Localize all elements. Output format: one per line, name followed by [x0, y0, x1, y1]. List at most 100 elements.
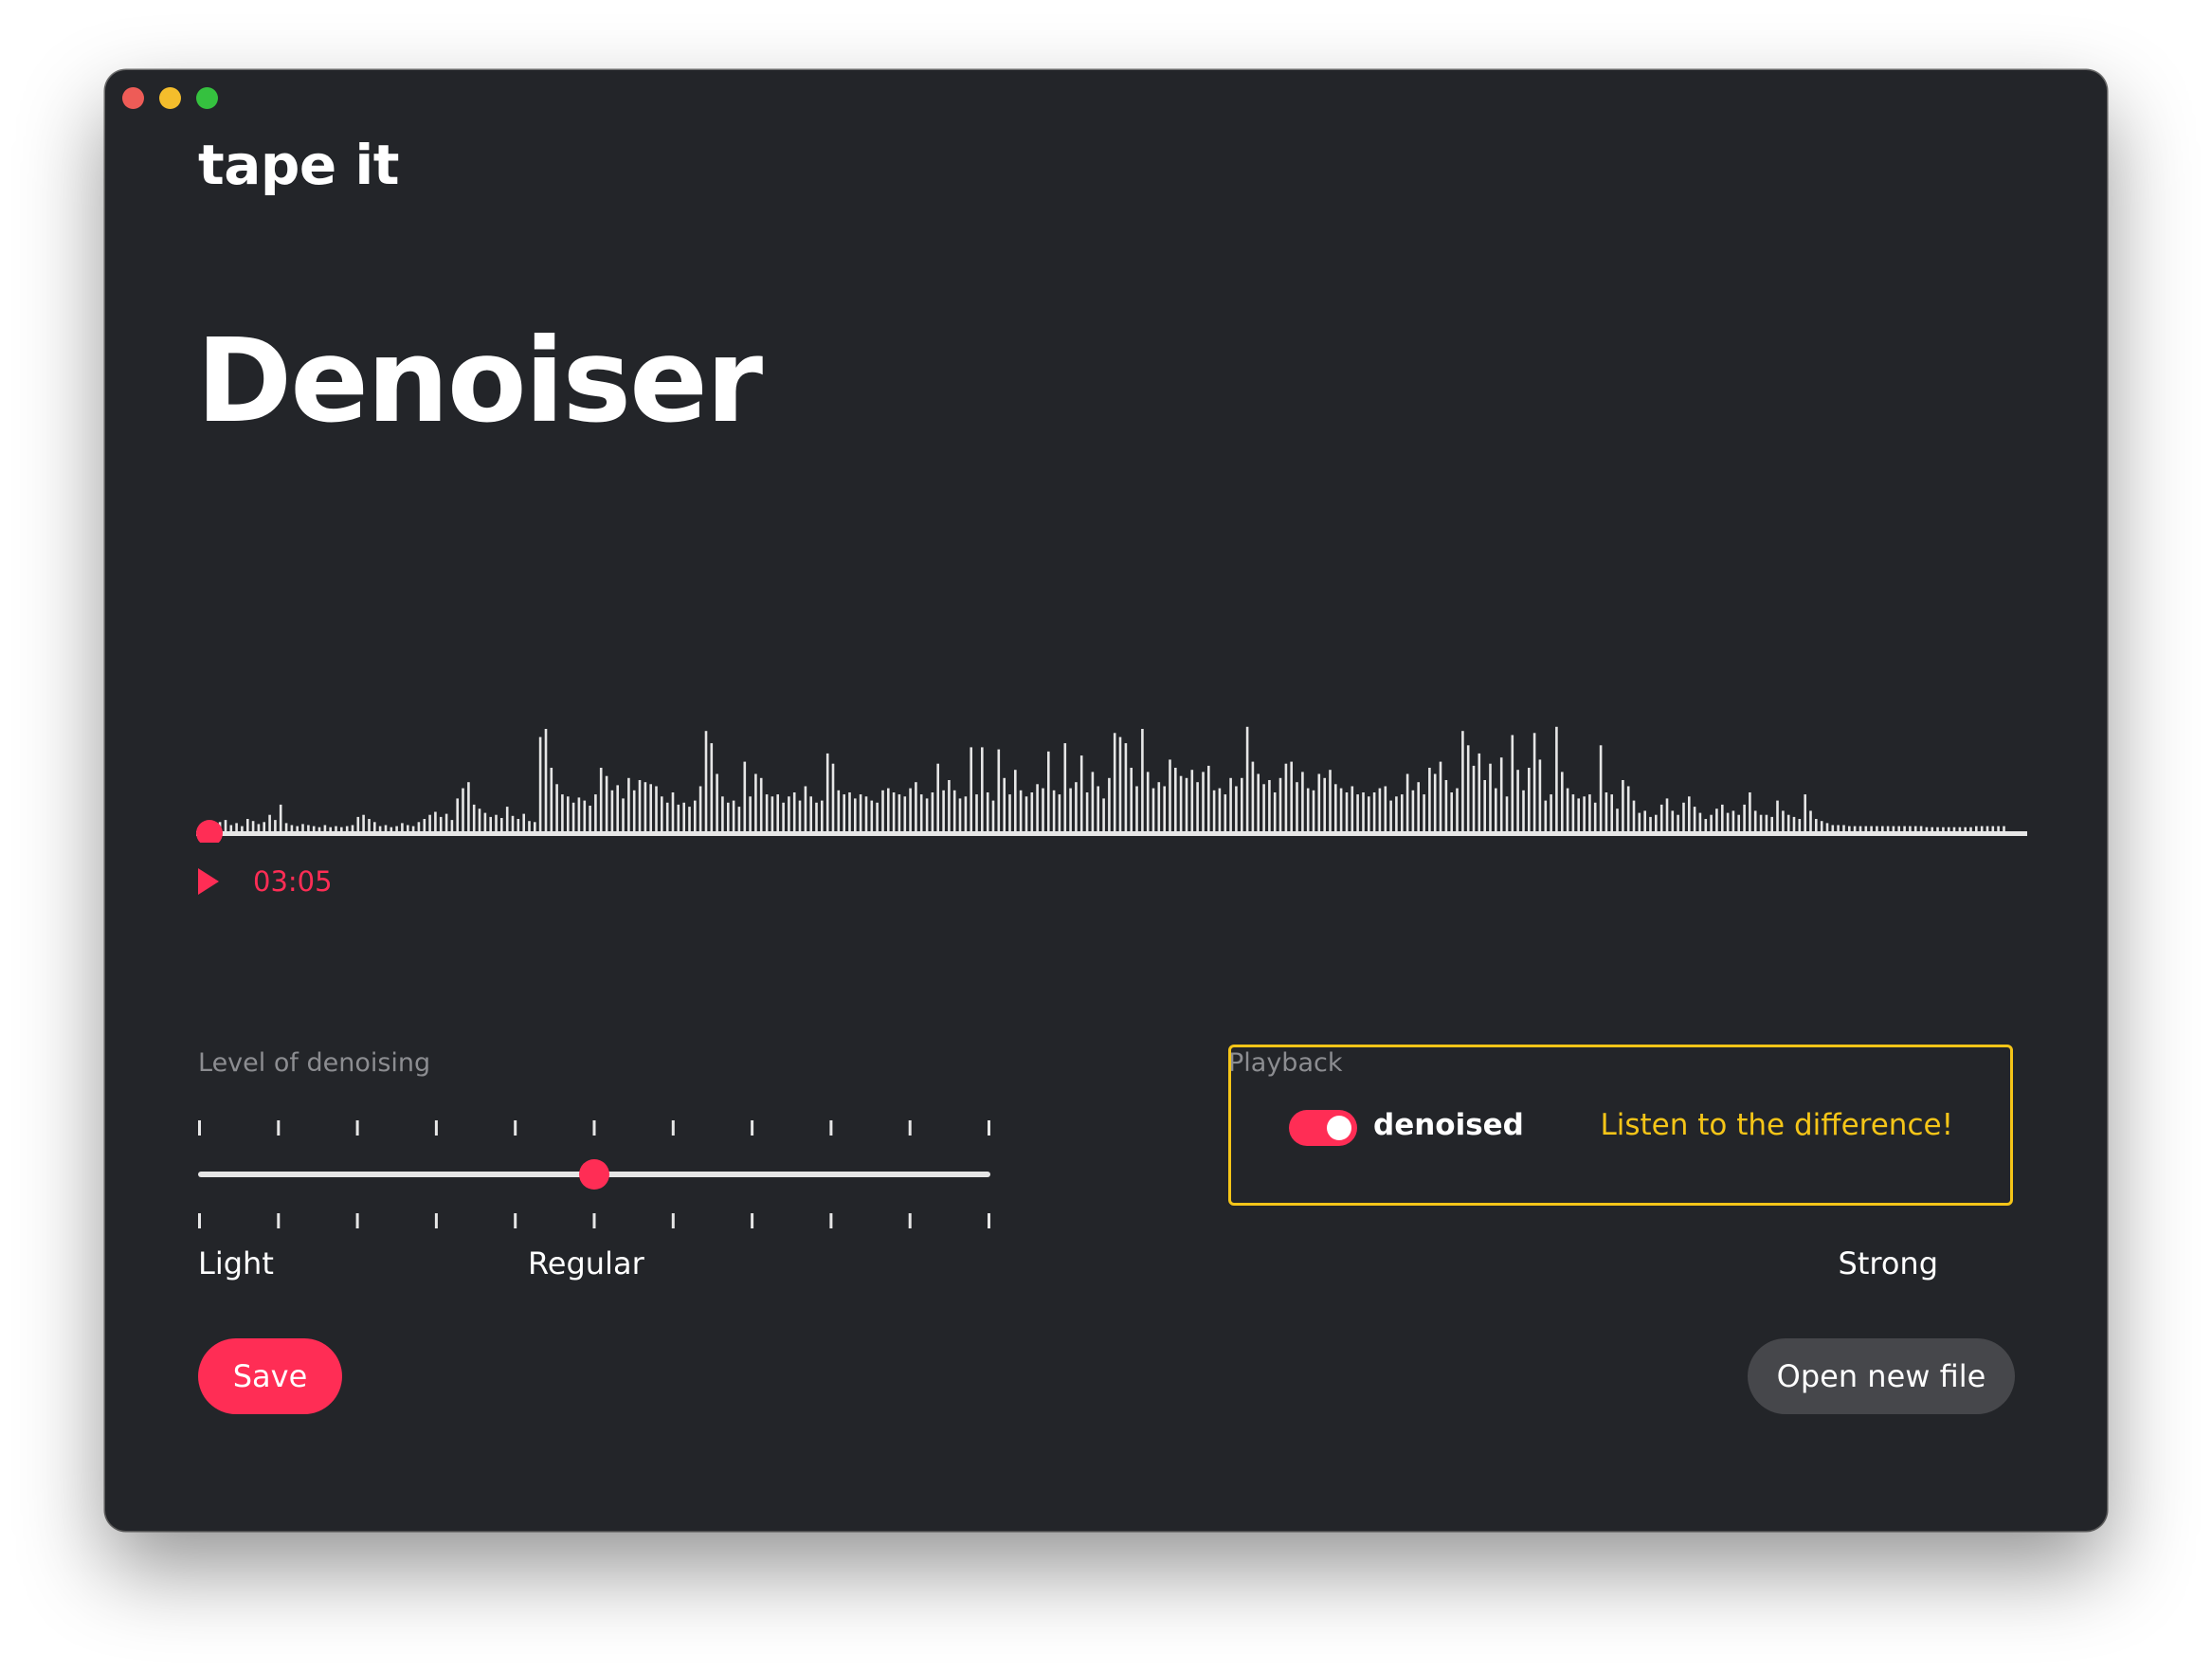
waveform-bar	[903, 796, 907, 831]
waveform-bar	[1985, 826, 1989, 831]
waveform-bar	[1892, 826, 1895, 831]
waveform-bar	[1577, 798, 1580, 831]
waveform-bar	[544, 729, 548, 831]
waveform-bar	[919, 794, 923, 831]
waveform-bar	[848, 792, 851, 831]
waveform-bar	[1659, 804, 1663, 831]
waveform-bar	[1047, 751, 1050, 831]
waveform-bar	[373, 822, 376, 831]
waveform-bar	[1997, 826, 2000, 831]
waveform-bar	[1776, 800, 1779, 831]
waveform-bar	[368, 819, 371, 831]
waveform-bar	[1368, 796, 1370, 831]
save-button[interactable]: Save	[198, 1338, 342, 1414]
waveform-bar	[1356, 794, 1359, 831]
waveform-bar	[1091, 772, 1095, 831]
waveform-bar	[1351, 786, 1354, 831]
waveform-bar	[2003, 826, 2005, 831]
waveform-bar	[964, 796, 968, 831]
waveform-bar	[1913, 826, 1917, 831]
waveform-bar	[224, 820, 227, 831]
play-icon[interactable]	[198, 868, 219, 895]
waveform-bar	[970, 747, 972, 831]
denoised-toggle[interactable]	[1289, 1110, 1357, 1146]
waveform-bar	[1616, 809, 1619, 831]
waveform-bar	[809, 796, 812, 831]
waveform-bar	[721, 796, 724, 831]
waveform-bar	[1063, 743, 1067, 831]
waveform-bar	[610, 790, 614, 831]
waveform-bar	[737, 807, 741, 831]
listen-difference-hint[interactable]: Listen to the difference!	[1600, 1108, 1953, 1142]
waveform-bar	[534, 822, 536, 831]
waveform-bar	[257, 824, 261, 831]
waveform-bar	[1135, 786, 1138, 831]
denoise-level-slider[interactable]	[198, 1105, 990, 1244]
waveform-bar	[423, 819, 426, 831]
waveform-bar	[892, 792, 896, 831]
waveform-bar	[1804, 794, 1806, 831]
slider-thumb[interactable]	[579, 1159, 609, 1190]
waveform-bar	[1765, 814, 1768, 831]
waveform-bar	[351, 825, 354, 831]
waveform-bar	[1262, 784, 1265, 831]
waveform-bar	[1146, 772, 1150, 831]
waveform-bar	[1538, 759, 1542, 831]
waveform-bar	[887, 788, 890, 831]
waveform-bar	[312, 826, 316, 831]
waveform-bar	[1638, 812, 1641, 831]
waveform-bar	[644, 782, 647, 831]
waveform-bar	[1682, 802, 1685, 831]
waveform-bar	[1931, 827, 1933, 831]
waveform-bar	[1317, 773, 1321, 831]
waveform-bar	[1212, 790, 1216, 831]
waveform-bar	[915, 782, 917, 831]
waveform-bar	[1334, 784, 1337, 831]
waveform-bar	[782, 802, 785, 831]
waveform-bar	[1677, 814, 1679, 831]
waveform-bar	[1163, 786, 1166, 831]
waveform-bar	[1372, 792, 1376, 831]
waveform-bar	[1202, 772, 1205, 831]
waveform-bar	[1897, 826, 1900, 831]
waveform-bar	[1312, 790, 1315, 831]
window-maximize-button[interactable]	[196, 87, 218, 109]
window-close-button[interactable]	[122, 87, 144, 109]
waveform-bar	[340, 827, 343, 831]
level-strong-label: Strong	[1838, 1245, 1938, 1281]
waveform-bar	[1947, 827, 1950, 831]
waveform-bar	[1069, 788, 1072, 831]
open-new-file-button[interactable]: Open new file	[1748, 1338, 2015, 1414]
window-minimize-button[interactable]	[159, 87, 181, 109]
waveform-bar	[1461, 731, 1464, 831]
waveform-bar	[1770, 816, 1773, 831]
waveform-bar	[1417, 782, 1420, 831]
waveform-bar	[362, 814, 365, 831]
waveform-bar	[483, 812, 487, 831]
waveform-bar	[1229, 777, 1232, 831]
waveform-bar	[1268, 780, 1271, 831]
waveform-bar	[854, 798, 857, 831]
waveform-bar	[1825, 823, 1829, 831]
waveform-bar	[716, 773, 718, 831]
waveform-bar	[296, 826, 299, 831]
audio-waveform[interactable]	[196, 639, 2027, 843]
waveform-bar	[1792, 816, 1796, 831]
waveform-bar	[1345, 792, 1349, 831]
waveform-bar	[688, 807, 691, 831]
playback-time: 03:05	[253, 865, 333, 898]
waveform-bar	[1561, 772, 1564, 831]
waveform-bar	[345, 826, 349, 831]
waveform-bar	[754, 773, 757, 831]
waveform-bar	[1842, 825, 1845, 831]
waveform-bar	[356, 816, 360, 831]
waveform-bar	[986, 792, 989, 831]
level-regular-label: Regular	[528, 1245, 644, 1281]
waveform-bar	[991, 800, 995, 831]
waveform-bar	[1743, 804, 1746, 831]
waveform-bar	[975, 794, 978, 831]
waveform-bar	[251, 821, 255, 831]
waveform-bar	[1721, 804, 1724, 831]
waveform-bar	[1753, 810, 1757, 831]
waveform-bar	[522, 813, 525, 831]
